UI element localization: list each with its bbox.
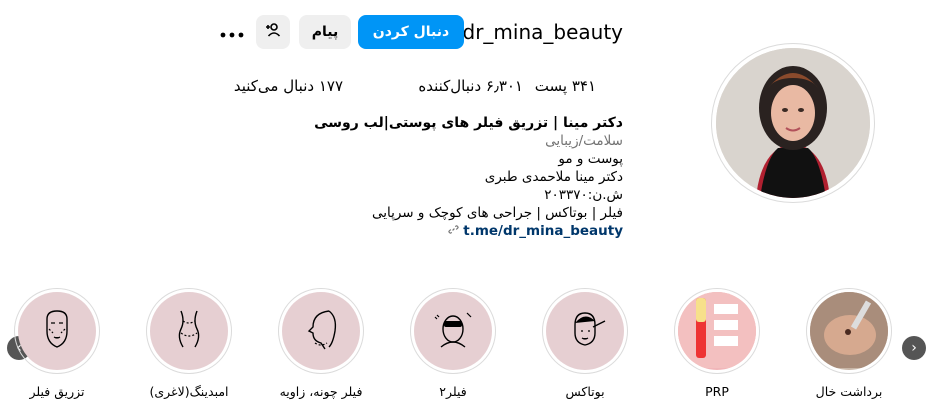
bio-name: دکتر مینا | تزریق فیلر های پوستی|لب روسی (314, 115, 623, 131)
body-silhouette-icon (167, 307, 211, 355)
ellipsis-icon (220, 23, 244, 42)
highlight-label: تزریق فیلر (29, 384, 85, 399)
follow-button[interactable]: دنبال کردن (358, 15, 464, 49)
bio-link-text: t.me/dr_mina_beauty (463, 223, 623, 239)
filler-face-icon (431, 307, 475, 355)
suggest-users-button[interactable] (256, 15, 290, 49)
botox-face-icon (563, 307, 607, 355)
prp-tubes-photo-icon (678, 292, 756, 370)
highlight-label: فیلر چونه، زاویه (279, 384, 363, 399)
highlight-label: بوتاکس (565, 384, 605, 399)
highlight-label: PRP (705, 384, 729, 399)
followers-count[interactable]: ۶٫۳۰۱ دنبال‌کننده (418, 77, 523, 95)
bio-line: ش.ن:۲۰۳۳۷۰ (544, 187, 623, 203)
bio-link[interactable]: t.me/dr_mina_beauty (448, 222, 623, 240)
mole-removal-photo-icon (810, 292, 888, 370)
highlight-label: برداشت خال (815, 384, 883, 399)
bio-line: فیلر | بوتاکس | جراحی های کوچک و سرپایی (371, 205, 623, 221)
message-button[interactable]: پیام (299, 15, 351, 49)
bio-category: سلامت/زیبایی (545, 133, 623, 149)
highlight-item[interactable]: بوتاکس (542, 288, 628, 399)
avatar[interactable] (716, 48, 870, 198)
bio-line: دکتر مینا ملاحمدی طبری (484, 169, 623, 185)
posts-count: ۳۴۱ پست (534, 77, 596, 95)
highlight-item[interactable]: امبدینگ(لاغری) (146, 288, 232, 399)
highlight-label: امبدینگ(لاغری) (149, 384, 229, 399)
story-highlights: برداشت خال PRP بوتاکس فیلر۲ فیلر چونه، ز… (0, 288, 928, 413)
highlight-item[interactable]: تزریق فیلر (14, 288, 100, 399)
link-icon (448, 222, 459, 240)
profile-avatar-ring[interactable] (711, 43, 875, 203)
bio-line: پوست و مو (558, 151, 623, 167)
highlight-item[interactable]: فیلر چونه، زاویه (278, 288, 364, 399)
profile-bio: دکتر مینا | تزریق فیلر های پوستی|لب روسی… (293, 114, 623, 240)
highlight-item[interactable]: فیلر۲ (410, 288, 496, 399)
highlight-item[interactable]: برداشت خال (806, 288, 892, 399)
following-count[interactable]: ۱۷۷ دنبال می‌کنید (234, 77, 343, 95)
face-filler-icon (35, 307, 79, 355)
chin-profile-icon (299, 307, 343, 355)
more-options-button[interactable] (218, 21, 246, 43)
add-user-icon (265, 22, 281, 42)
profile-username: dr_mina_beauty (462, 20, 624, 44)
highlight-item[interactable]: PRP (674, 288, 760, 399)
highlight-label: فیلر۲ (439, 384, 467, 399)
